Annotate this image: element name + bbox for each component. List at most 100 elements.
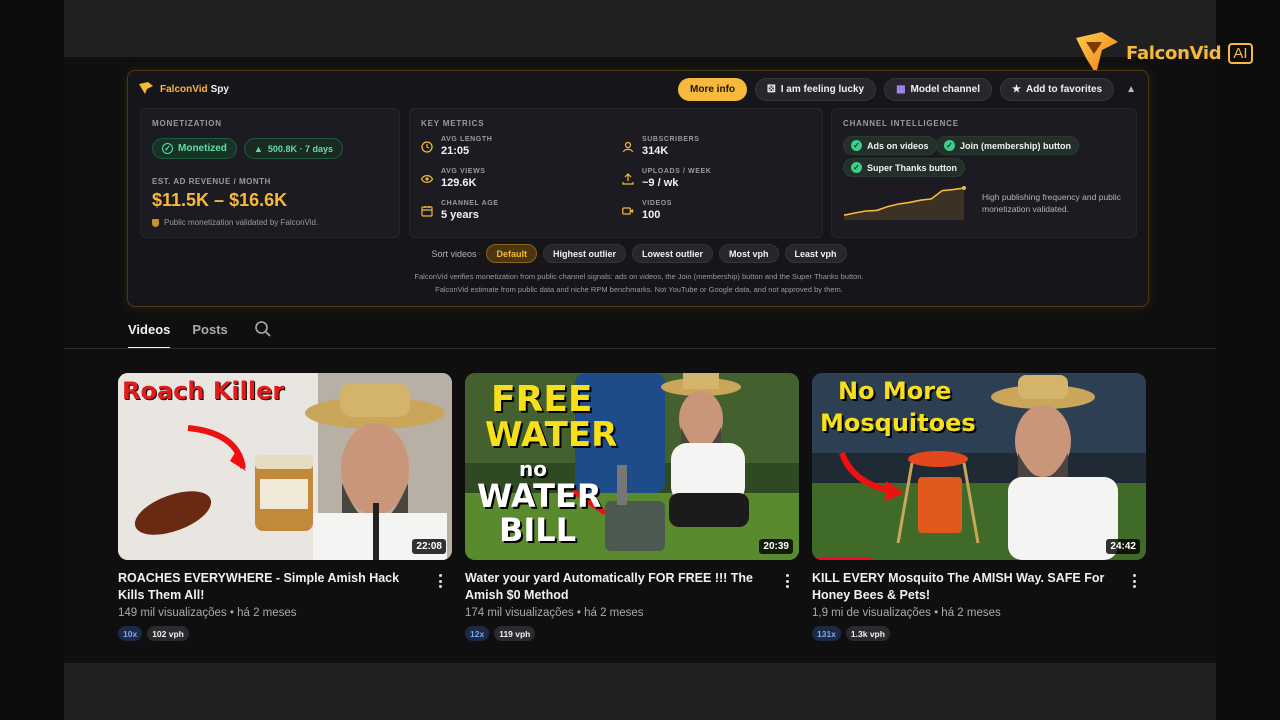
check-icon: ✓ — [851, 140, 862, 151]
video-card[interactable]: FREE WATER no WATER BILL 20:39 Water you… — [465, 373, 799, 641]
disclaimer-line-2: FalconVid estimate from public data and … — [435, 285, 843, 294]
thumbnail-caption: Roach Killer — [122, 377, 285, 405]
model-icon: ▦ — [896, 84, 906, 95]
dice-icon: ⚄ — [767, 84, 776, 95]
watch-progress-bar — [812, 557, 873, 560]
top-band — [64, 0, 1216, 57]
upload-icon — [622, 173, 634, 185]
trend-up-icon: ▲ — [254, 143, 263, 154]
search-icon[interactable] — [254, 320, 272, 341]
sort-most-vph-button[interactable]: Most vph — [719, 244, 779, 263]
video-icon — [622, 207, 634, 215]
sort-videos-row: Sort videos Default Highest outlier Lowe… — [128, 244, 1150, 263]
tab-posts[interactable]: Posts — [192, 322, 227, 349]
subscribers-label: SUBSCRIBERS — [642, 136, 700, 143]
metric-videos: VIDEOS 100 — [622, 200, 672, 221]
growth-badge: ▲ 500.8K · 7 days — [244, 138, 343, 159]
video-title[interactable]: Water your yard Automatically FOR FREE !… — [465, 570, 775, 604]
spy-header: FalconVid Spy — [138, 81, 229, 98]
brand-ai-badge: AI — [1228, 42, 1253, 64]
metric-channel-age: CHANNEL AGE 5 years — [421, 200, 499, 221]
video-thumbnail[interactable]: No More Mosquitoes 24:42 — [812, 373, 1146, 560]
video-meta: 1,9 mi de visualizações • há 2 meses — [812, 607, 1001, 619]
metric-uploads: UPLOADS / WEEK ~9 / wk — [622, 168, 711, 189]
channel-intelligence-title: CHANNEL INTELLIGENCE — [843, 119, 959, 128]
feeling-lucky-button[interactable]: ⚄ I am feeling lucky — [755, 78, 877, 101]
video-meta: 174 mil visualizações • há 2 meses — [465, 607, 644, 619]
video-thumbnail[interactable]: Roach Killer 22:08 — [118, 373, 452, 560]
monetized-badge: ✓ Monetized — [152, 138, 237, 159]
check-icon: ✓ — [162, 143, 173, 154]
trend-sparkline — [843, 186, 966, 220]
sort-default-button[interactable]: Default — [486, 244, 537, 263]
thumbnail-caption: FREE — [491, 379, 593, 420]
outlier-badge: 131x — [812, 626, 841, 641]
check-icon: ✓ — [851, 162, 862, 173]
sort-lowest-outlier-button[interactable]: Lowest outlier — [632, 244, 714, 263]
more-options-icon[interactable] — [434, 572, 446, 590]
avg-length-label: AVG LENGTH — [441, 136, 493, 143]
chip-join-button: ✓ Join (membership) button — [936, 136, 1079, 155]
subscribers-value: 314K — [642, 145, 669, 157]
growth-label: 500.8K · 7 days — [267, 143, 333, 154]
video-title[interactable]: KILL EVERY Mosquito The AMISH Way. SAFE … — [812, 570, 1122, 604]
model-channel-label: Model channel — [910, 84, 980, 95]
sort-label: Sort videos — [431, 248, 477, 259]
uploads-label: UPLOADS / WEEK — [642, 168, 712, 175]
thumbnail-caption: WATER — [485, 415, 618, 455]
vph-badge: 1.3k vph — [845, 626, 890, 641]
feeling-lucky-label: I am feeling lucky — [780, 84, 865, 95]
metric-subscribers: SUBSCRIBERS 314K — [622, 136, 700, 157]
more-options-icon[interactable] — [781, 572, 793, 590]
metric-avg-views: AVG VIEWS 129.6K — [421, 168, 486, 189]
add-to-favorites-button[interactable]: ★ Add to favorites — [1000, 78, 1115, 101]
brand-name: FalconVid — [1126, 42, 1222, 64]
falconvid-spy-panel: FalconVid Spy More info ⚄ I am feeling l… — [127, 70, 1149, 307]
right-letterbox — [1216, 0, 1280, 720]
outlier-badge: 12x — [465, 626, 490, 641]
collapse-chevron-icon[interactable]: ▲ — [1126, 84, 1136, 95]
avg-length-value: 21:05 — [441, 145, 470, 157]
star-icon: ★ — [1012, 84, 1021, 95]
more-info-button[interactable]: More info — [678, 78, 748, 101]
vph-badge: 102 vph — [147, 626, 189, 641]
videos-value: 100 — [642, 209, 661, 221]
shield-icon — [152, 218, 159, 227]
metric-avg-length: AVG LENGTH 21:05 — [421, 136, 492, 157]
video-thumbnail[interactable]: FREE WATER no WATER BILL 20:39 — [465, 373, 799, 560]
revenue-label: EST. AD REVENUE / MONTH — [152, 177, 271, 186]
intelligence-summary: High publishing frequency and public mon… — [982, 192, 1121, 214]
monetized-label: Monetized — [178, 143, 227, 154]
avg-views-label: AVG VIEWS — [441, 168, 486, 175]
model-channel-button[interactable]: ▦ Model channel — [884, 78, 992, 101]
thumbnail-caption: Mosquitoes — [820, 409, 976, 437]
sort-highest-outlier-button[interactable]: Highest outlier — [543, 244, 627, 263]
thumbnail-caption: No More — [838, 377, 952, 405]
video-badges: 131x 1.3k vph — [812, 626, 890, 641]
monetization-title: MONETIZATION — [152, 119, 222, 128]
chip-ads-on-videos: ✓ Ads on videos — [843, 136, 937, 155]
chip-label: Join (membership) button — [960, 140, 1071, 151]
channel-tabs: Videos Posts — [128, 320, 272, 349]
more-options-icon[interactable] — [1128, 572, 1140, 590]
tab-videos[interactable]: Videos — [128, 322, 171, 349]
video-card[interactable]: No More Mosquitoes 24:42 KILL EVERY Mosq… — [812, 373, 1146, 641]
video-title[interactable]: ROACHES EVERYWHERE - Simple Amish Hack K… — [118, 570, 428, 604]
video-duration: 22:08 — [412, 539, 446, 554]
chip-label: Super Thanks button — [867, 162, 957, 173]
screen: FalconVid AI FalconVid Spy More info ⚄ I… — [0, 0, 1280, 720]
video-card[interactable]: Roach Killer 22:08 ROACHES EVERYWHERE - … — [118, 373, 452, 641]
sparkline-end-dot — [962, 186, 966, 190]
channel-intelligence-card: CHANNEL INTELLIGENCE ✓ Ads on videos ✓ J… — [831, 108, 1137, 238]
revenue-note-text: Public monetization validated by FalconV… — [164, 218, 319, 227]
thumbnail-caption: BILL — [499, 511, 577, 549]
video-badges: 10x 102 vph — [118, 626, 189, 641]
monetization-card: MONETIZATION ✓ Monetized ▲ 500.8K · 7 da… — [140, 108, 400, 238]
spy-actions: More info ⚄ I am feeling lucky ▦ Model c… — [678, 78, 1136, 101]
key-metrics-title: KEY METRICS — [421, 119, 485, 128]
spy-title-brand: FalconVid — [160, 84, 208, 95]
outlier-badge: 10x — [118, 626, 143, 641]
sort-least-vph-button[interactable]: Least vph — [784, 244, 847, 263]
video-meta: 149 mil visualizações • há 2 meses — [118, 607, 297, 619]
revenue-note: Public monetization validated by FalconV… — [152, 218, 318, 227]
